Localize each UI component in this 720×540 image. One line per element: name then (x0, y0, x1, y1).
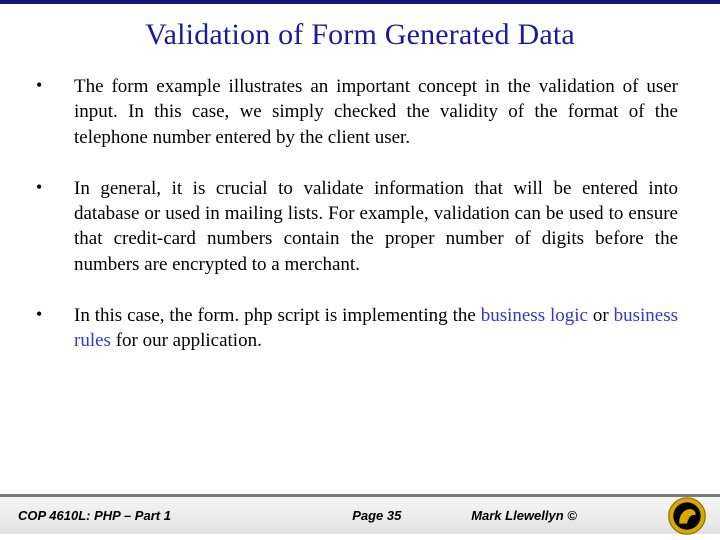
list-item: The form example illustrates an importan… (34, 74, 678, 150)
highlight-term: business logic (481, 305, 588, 326)
pegasus-seal-icon (668, 497, 706, 535)
page-number: Page 35 (282, 508, 471, 523)
bullet-text: The form example illustrates an importan… (74, 76, 678, 148)
slide-footer: COP 4610L: PHP – Part 1 Page 35 Mark Lle… (0, 494, 720, 534)
bullet-text: In general, it is crucial to validate in… (74, 178, 678, 275)
bullet-text-mid: or (588, 305, 614, 326)
footer-inner: COP 4610L: PHP – Part 1 Page 35 Mark Lle… (0, 497, 720, 534)
bullet-text-suffix: for our application. (111, 330, 262, 351)
bullet-text-prefix: In this case, the form. php script is im… (74, 305, 481, 326)
list-item: In this case, the form. php script is im… (34, 303, 678, 354)
author-label: Mark Llewellyn © (471, 508, 660, 523)
bullet-list: The form example illustrates an importan… (34, 74, 686, 353)
slide-title: Validation of Form Generated Data (34, 18, 686, 52)
course-label: COP 4610L: PHP – Part 1 (18, 508, 282, 523)
list-item: In general, it is crucial to validate in… (34, 176, 678, 277)
slide-body: Validation of Form Generated Data The fo… (0, 4, 720, 353)
